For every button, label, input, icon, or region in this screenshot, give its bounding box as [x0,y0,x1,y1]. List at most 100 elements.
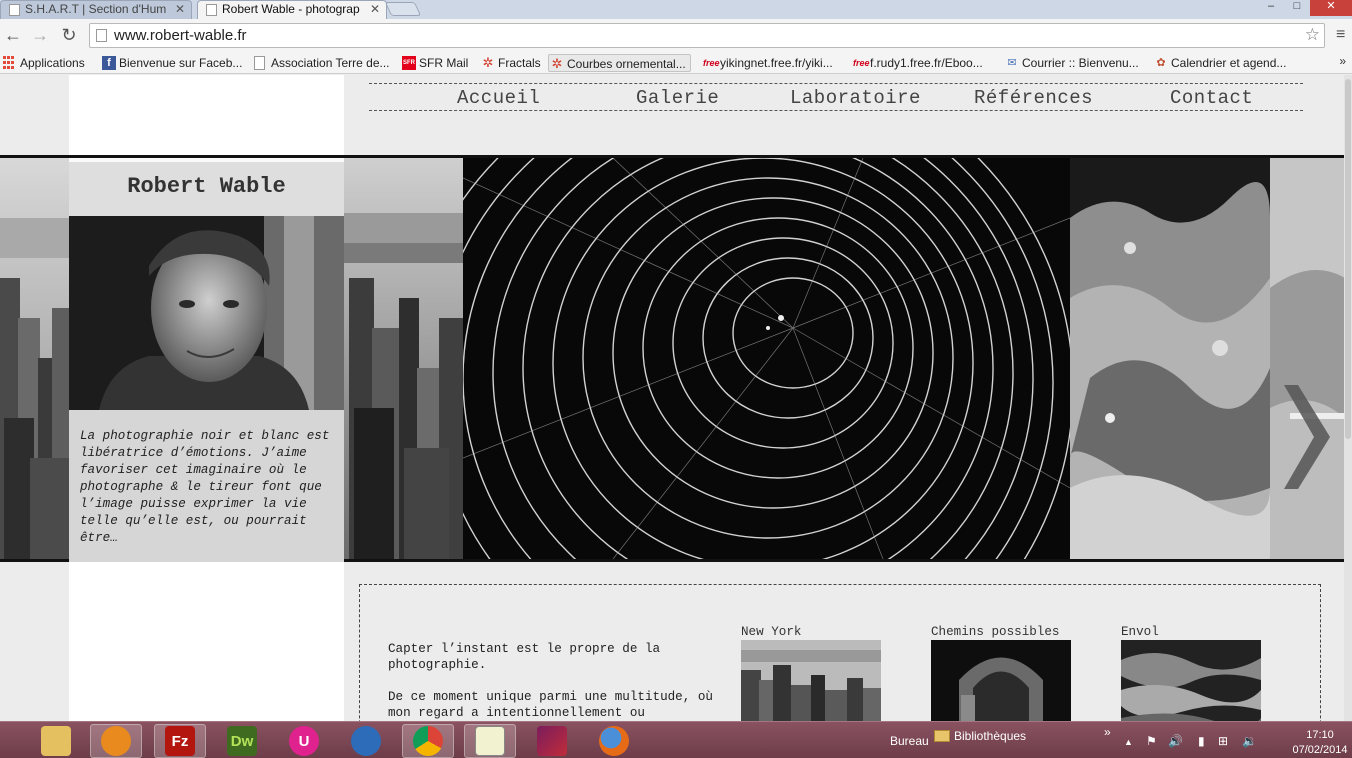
page-favicon-icon [9,4,20,16]
page-icon [254,56,265,70]
fractal-icon: ✲ [551,56,563,71]
quote-box: La photographie noir et blanc est libéra… [69,410,344,562]
library-folder-icon [934,730,950,742]
gallery-title[interactable]: Chemins possibles [931,625,1071,640]
maximize-button[interactable]: □ [1284,0,1310,16]
gallery-title[interactable]: Envol [1121,625,1261,640]
media-player-icon [101,726,131,756]
tab-title: S.H.A.R.T | Section d'Hum [25,2,167,16]
nav-references[interactable]: Références [974,87,1093,109]
back-arrow-icon[interactable]: ← [2,24,24,46]
minimize-button[interactable]: – [1258,0,1284,16]
notepad-plus-icon [475,726,505,756]
taskbar-media-player[interactable] [90,724,142,758]
volume-icon[interactable]: 🔉 [1242,734,1257,748]
page-favicon-icon [206,4,217,16]
city-skyline-photo [0,158,69,559]
clock-date: 07/02/2014 [1292,744,1348,756]
bookmark-facebook[interactable]: f Bienvenue sur Faceb... [101,54,242,72]
site-navigation: Accueil Galerie Laboratoire Références C… [369,83,1303,111]
tab-close-icon[interactable]: ✕ [370,1,380,18]
water-splash-photo [1070,158,1270,559]
close-window-button[interactable]: ✕ [1310,0,1352,16]
taskbar-dreamweaver[interactable]: Dw [216,724,268,758]
nav-galerie[interactable]: Galerie [636,87,719,109]
spider-web-photo [463,158,1070,559]
bookmark-sfr-mail[interactable]: SFR SFR Mail [401,54,468,72]
toolbar-chevron-icon[interactable]: » [1104,725,1111,739]
taskbar-ribbon-app[interactable] [526,724,578,758]
gallery-card-new-york[interactable]: New York [741,625,881,721]
gallery-title[interactable]: New York [741,625,881,640]
page-scrollbar[interactable] [1344,75,1352,721]
page-icon [96,29,107,42]
tab-title: Robert Wable - photograp [222,2,360,16]
gallery-card-chemins-possibles[interactable]: Chemins possibles [931,625,1071,721]
bookmark-label: Courrier :: Bienvenu... [1022,56,1139,70]
taskbar-firefox[interactable] [588,724,640,758]
tab-robert-wable[interactable]: Robert Wable - photograp ✕ [197,0,387,20]
tab-shart[interactable]: S.H.A.R.T | Section d'Hum ✕ [0,0,192,19]
bookmark-star-icon[interactable]: ☆ [1305,25,1320,45]
nav-accueil[interactable]: Accueil [457,87,540,109]
bookmark-rudy1[interactable]: free f.rudy1.free.fr/Eboo... [852,54,983,72]
gallery-thumbnail[interactable] [741,640,881,721]
address-bar[interactable]: ☆ [89,23,1325,48]
taskbar-desktop-toolbar[interactable]: Bureau [890,734,929,748]
gallery-card-envol[interactable]: Envol [1121,625,1261,721]
gallery-thumbnail[interactable] [1121,640,1261,721]
photographer-quote: La photographie noir et blanc est libéra… [80,429,330,545]
thunderbird-icon [351,726,381,756]
slide-next-arrow-icon[interactable] [1284,385,1330,489]
taskbar-clock[interactable]: 17:10 07/02/2014 [1290,728,1350,758]
uc-app-icon: U [289,726,319,756]
bookmark-label: Association Terre de... [271,56,390,70]
tab-strip: S.H.A.R.T | Section d'Hum ✕ Robert Wable… [0,0,1352,20]
bookmark-label: f.rudy1.free.fr/Eboo... [870,56,983,70]
taskbar-file-explorer[interactable] [30,724,82,758]
bookmark-applications[interactable]: Applications [2,54,85,72]
next-slide-photo [1270,158,1345,559]
free-icon: free [703,58,720,68]
battery-icon[interactable]: ▮ [1198,734,1205,748]
site-title-band: Robert Wable [69,158,344,216]
clock-time: 17:10 [1306,729,1334,741]
more-bookmarks-chevron-icon[interactable]: » [1339,54,1346,68]
taskbar-chrome[interactable] [402,724,454,758]
bookmark-calendrier[interactable]: ✿ Calendrier et agend... [1153,54,1286,72]
taskbar-thunderbird[interactable] [340,724,392,758]
bookmark-courbes[interactable]: ✲ Courbes ornemental... [548,54,691,72]
network-icon[interactable]: ⊞ [1218,734,1228,748]
bookmark-label: Courbes ornemental... [567,57,686,71]
gallery-thumbnail[interactable] [931,640,1071,721]
forward-arrow-icon[interactable]: → [29,24,51,46]
facebook-icon: f [102,56,116,70]
fractal-icon: ✲ [482,55,494,70]
scrollbar-thumb[interactable] [1345,79,1351,439]
taskbar-notepad-plus[interactable] [464,724,516,758]
intro-paragraph: Capter l’instant est le propre de la pho… [388,642,661,672]
intro-paragraph: De ce moment unique parmi une multitude,… [388,690,713,720]
tray-show-hidden-icon[interactable]: ▲ [1124,737,1133,747]
bookmark-yikingnet[interactable]: free yikingnet.free.fr/yiki... [702,54,833,72]
chrome-menu-icon[interactable]: ≡ [1336,24,1350,46]
new-tab-button[interactable] [384,2,422,16]
reload-icon[interactable]: ↻ [58,24,80,46]
nav-laboratoire[interactable]: Laboratoire [790,87,921,109]
tab-close-icon[interactable]: ✕ [175,1,185,18]
bookmark-courrier[interactable]: ✉ Courrier :: Bienvenu... [1004,54,1139,72]
calendar-icon: ✿ [1156,57,1166,69]
bookmark-label: SFR Mail [419,56,469,70]
action-center-flag-icon[interactable]: ⚑ [1146,734,1157,748]
bookmark-association[interactable]: Association Terre de... [253,54,390,72]
url-input[interactable] [114,26,1294,45]
taskbar-filezilla[interactable]: Fz [154,724,206,758]
site-title[interactable]: Robert Wable [69,174,344,199]
taskbar-libraries-toolbar[interactable]: Bibliothèques [934,729,1026,743]
portrait-photo [69,216,344,410]
bookmark-label: Calendrier et agend... [1171,56,1287,70]
speaker-icon[interactable]: 🔊 [1168,734,1183,748]
nav-contact[interactable]: Contact [1170,87,1253,109]
taskbar-uc-app[interactable]: U [278,724,330,758]
bookmark-fractals[interactable]: ✲ Fractals [480,54,541,72]
